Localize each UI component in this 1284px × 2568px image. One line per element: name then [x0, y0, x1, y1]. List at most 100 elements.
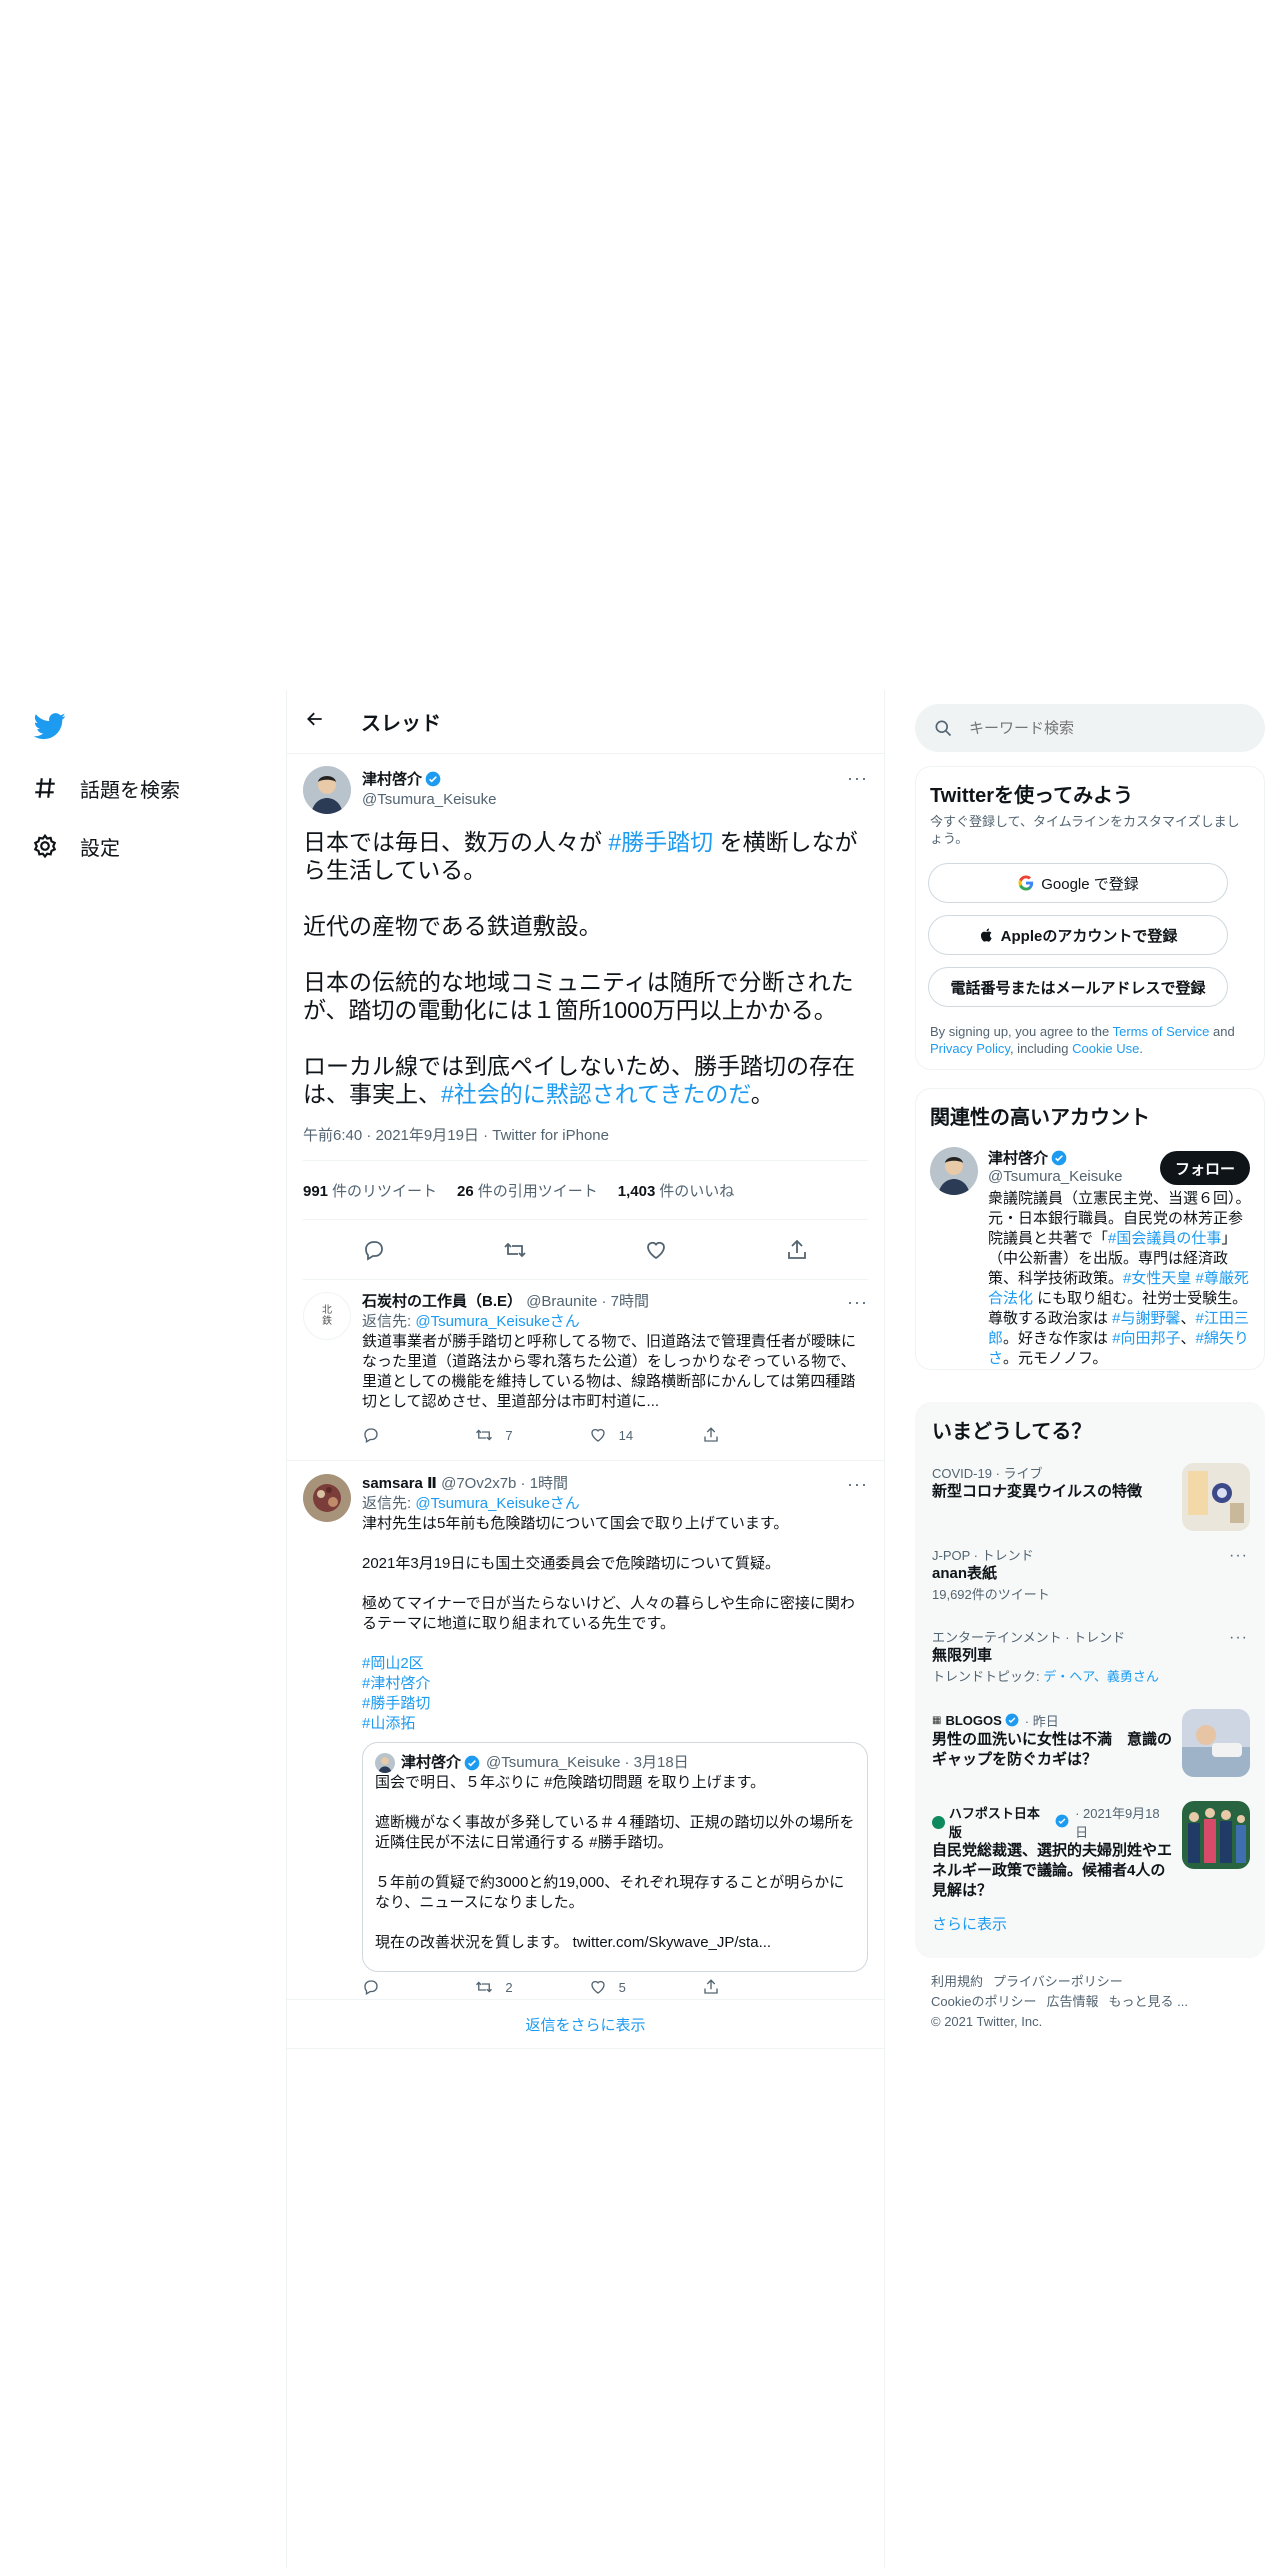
avatar[interactable] — [303, 1474, 351, 1522]
avatar[interactable]: 北 鉄 — [303, 1292, 351, 1340]
account-name[interactable]: 津村啓介 — [988, 1150, 1048, 1167]
tweet-stats: 991 件のリツイート 26 件の引用ツイート 1,403 件のいいね — [303, 1160, 868, 1220]
hashtag-link[interactable]: #与謝野馨 — [1112, 1310, 1180, 1327]
reply-icon[interactable] — [362, 1238, 386, 1262]
quoted-tweet[interactable]: 津村啓介 @Tsumura_Keisuke · 3月18日 国会で明日、５年ぶり… — [362, 1742, 868, 1972]
retweet-icon — [476, 1981, 493, 1993]
search-box[interactable] — [915, 704, 1265, 752]
verified-badge-icon — [464, 1755, 480, 1771]
more-icon[interactable]: ··· — [1229, 1547, 1248, 1565]
nav-settings-label: 設定 — [80, 837, 120, 860]
trend-item[interactable]: エンターテインメント · トレンド 無限列車 トレンドトピック: デ・ヘア、義勇… — [932, 1627, 1252, 1685]
retweets-stat[interactable]: 991 件のリツイート — [303, 1180, 437, 1201]
twitter-logo-icon[interactable] — [33, 710, 66, 742]
reply-actions: 7 14 — [362, 1426, 792, 1444]
author-name[interactable]: 津村啓介 — [362, 771, 422, 788]
trend-item[interactable]: ハフポスト日本版 · 2021年9月18日 自民党総裁選、選択的夫婦別姓やエネルギ… — [932, 1803, 1172, 1901]
hashtag-link[interactable]: #勝手踏切 — [608, 829, 713, 855]
reply-button[interactable] — [362, 1426, 452, 1444]
retweet-button[interactable]: 2 — [475, 1978, 565, 1996]
author-handle[interactable]: @Tsumura_Keisuke — [362, 791, 496, 808]
more-icon[interactable]: ··· — [847, 1292, 868, 1313]
hashtag-link[interactable]: #女性天皇 — [1123, 1270, 1191, 1287]
share-button[interactable] — [702, 1978, 792, 1996]
more-icon[interactable]: ··· — [847, 1474, 868, 1495]
likes-stat[interactable]: 1,403 件のいいね — [618, 1180, 735, 1201]
trend-topic-link[interactable]: デ・ヘア、義勇さん — [1043, 1669, 1159, 1684]
footer-more-link[interactable]: もっと見る ... — [1108, 1994, 1187, 2009]
retweet-count: 7 — [505, 1427, 513, 1443]
nav-settings[interactable]: 設定 — [30, 822, 120, 870]
retweet-button[interactable]: 7 — [475, 1426, 565, 1444]
search-icon — [933, 718, 953, 738]
tweet-time[interactable]: · 7時間 — [601, 1293, 649, 1310]
avatar[interactable] — [930, 1147, 978, 1195]
trend-title: 男性の皿洗いに女性は不満 意識のギャップを防ぐカギは？ — [932, 1731, 1173, 1768]
share-icon[interactable] — [785, 1238, 809, 1262]
phone-email-signup-button[interactable]: 電話番号またはメールアドレスで登録 — [928, 967, 1228, 1007]
hashtag-link[interactable]: #社会的に黙認されてきたのだ — [441, 1081, 751, 1107]
show-more-trends-link[interactable]: さらに表示 — [932, 1913, 1007, 1934]
more-icon[interactable]: ··· — [847, 768, 868, 789]
terms-text: and — [1209, 1024, 1235, 1039]
tweet-text-segment: 。 — [750, 1081, 774, 1107]
reply-tweet[interactable]: 北 鉄 石炭村の工作員（B.E） @Braunite · 7時間 返信先: @T… — [287, 1280, 884, 1461]
reply-to-link[interactable]: @Tsumura_Keisukeさん — [415, 1495, 579, 1512]
like-button[interactable]: 14 — [589, 1426, 679, 1444]
trend-title: anan表紙 — [932, 1565, 998, 1582]
cookie-link[interactable]: Cookie Use — [1072, 1041, 1139, 1056]
reply-to-link[interactable]: @Tsumura_Keisukeさん — [415, 1313, 579, 1330]
hashtag-link[interactable]: #国会議員の仕事 — [1108, 1230, 1221, 1247]
account-handle[interactable]: @Tsumura_Keisuke — [988, 1168, 1122, 1185]
avatar[interactable] — [303, 766, 351, 814]
trend-source: ハフポスト日本版 — [948, 1806, 1040, 1840]
footer-ads-link[interactable]: 広告情報 — [1046, 1994, 1098, 2009]
footer-privacy-link[interactable]: プライバシーポリシー — [993, 1974, 1123, 1989]
reply-button[interactable] — [362, 1978, 452, 1996]
terms-text: By signing up, you agree to the — [930, 1024, 1113, 1039]
likes-label: 件のいいね — [659, 1182, 735, 1200]
author-handle[interactable]: @7Ov2x7b — [441, 1475, 516, 1492]
like-count: 5 — [618, 1979, 626, 1995]
tweet-date: · 3月18日 — [624, 1754, 689, 1771]
more-icon[interactable]: ··· — [1229, 1629, 1248, 1647]
reply-icon — [364, 1980, 378, 1995]
show-more-trends-label[interactable]: さらに表示 — [932, 1916, 1007, 1933]
author-handle[interactable]: @Braunite — [526, 1293, 597, 1310]
signup-title: Twitterを使ってみよう — [930, 785, 1134, 807]
hashtag-link[interactable]: #津村啓介 — [362, 1674, 868, 1694]
footer-cookie-link[interactable]: Cookieのポリシー — [931, 1994, 1036, 2009]
google-signup-button[interactable]: Google で登録 — [928, 863, 1228, 903]
retweet-icon[interactable] — [503, 1238, 527, 1262]
blogos-logo-icon: ▦ — [932, 1715, 942, 1726]
like-icon — [590, 1428, 605, 1442]
show-more-replies-button[interactable]: 返信をさらに表示 — [287, 2001, 884, 2049]
share-button[interactable] — [702, 1426, 792, 1444]
quotes-stat[interactable]: 26 件の引用ツイート — [457, 1180, 598, 1201]
follow-button[interactable]: フォロー — [1160, 1151, 1250, 1185]
nav-explore[interactable]: 話題を検索 — [30, 764, 180, 812]
trend-count: 19,692件のツイート — [932, 1587, 1050, 1602]
author-name[interactable]: samsara Ⅱ — [362, 1475, 437, 1492]
reply-tweet[interactable]: samsara Ⅱ @7Ov2x7b · 1時間 返信先: @Tsumura_K… — [287, 1462, 884, 2000]
trend-item[interactable]: J-POP · トレンド anan表紙 19,692件のツイート — [932, 1545, 1252, 1603]
tweet-time[interactable]: · 1時間 — [521, 1475, 569, 1492]
footer-terms-link[interactable]: 利用規約 — [931, 1974, 983, 1989]
like-icon[interactable] — [644, 1238, 668, 1262]
verified-badge-icon — [1005, 1713, 1021, 1729]
reply-to-label: 返信先: — [362, 1495, 416, 1512]
hashtag-link[interactable]: #岡山2区 — [362, 1654, 868, 1674]
hashtag-link[interactable]: #向田邦子 — [1112, 1330, 1180, 1347]
trend-item[interactable]: ▦ BLOGOS · 昨日 男性の皿洗いに女性は不満 意識のギャップを防ぐカギは？ — [932, 1711, 1172, 1770]
terms-link[interactable]: Terms of Service — [1113, 1024, 1210, 1039]
apple-signup-button[interactable]: Appleのアカウントで登録 — [928, 915, 1228, 955]
like-button[interactable]: 5 — [589, 1978, 679, 1996]
search-input[interactable] — [969, 719, 1229, 737]
author-name[interactable]: 石炭村の工作員（B.E） — [362, 1293, 522, 1310]
hashtag-link[interactable]: #勝手踏切 — [362, 1694, 868, 1714]
privacy-link[interactable]: Privacy Policy — [930, 1041, 1010, 1056]
tweet-meta[interactable]: 午前6:40 · 2021年9月19日 · Twitter for iPhone — [303, 1124, 609, 1145]
hashtag-link[interactable]: #山添拓 — [362, 1714, 868, 1734]
trend-time: · 昨日 — [1024, 1714, 1059, 1729]
back-arrow-icon[interactable] — [305, 709, 333, 735]
